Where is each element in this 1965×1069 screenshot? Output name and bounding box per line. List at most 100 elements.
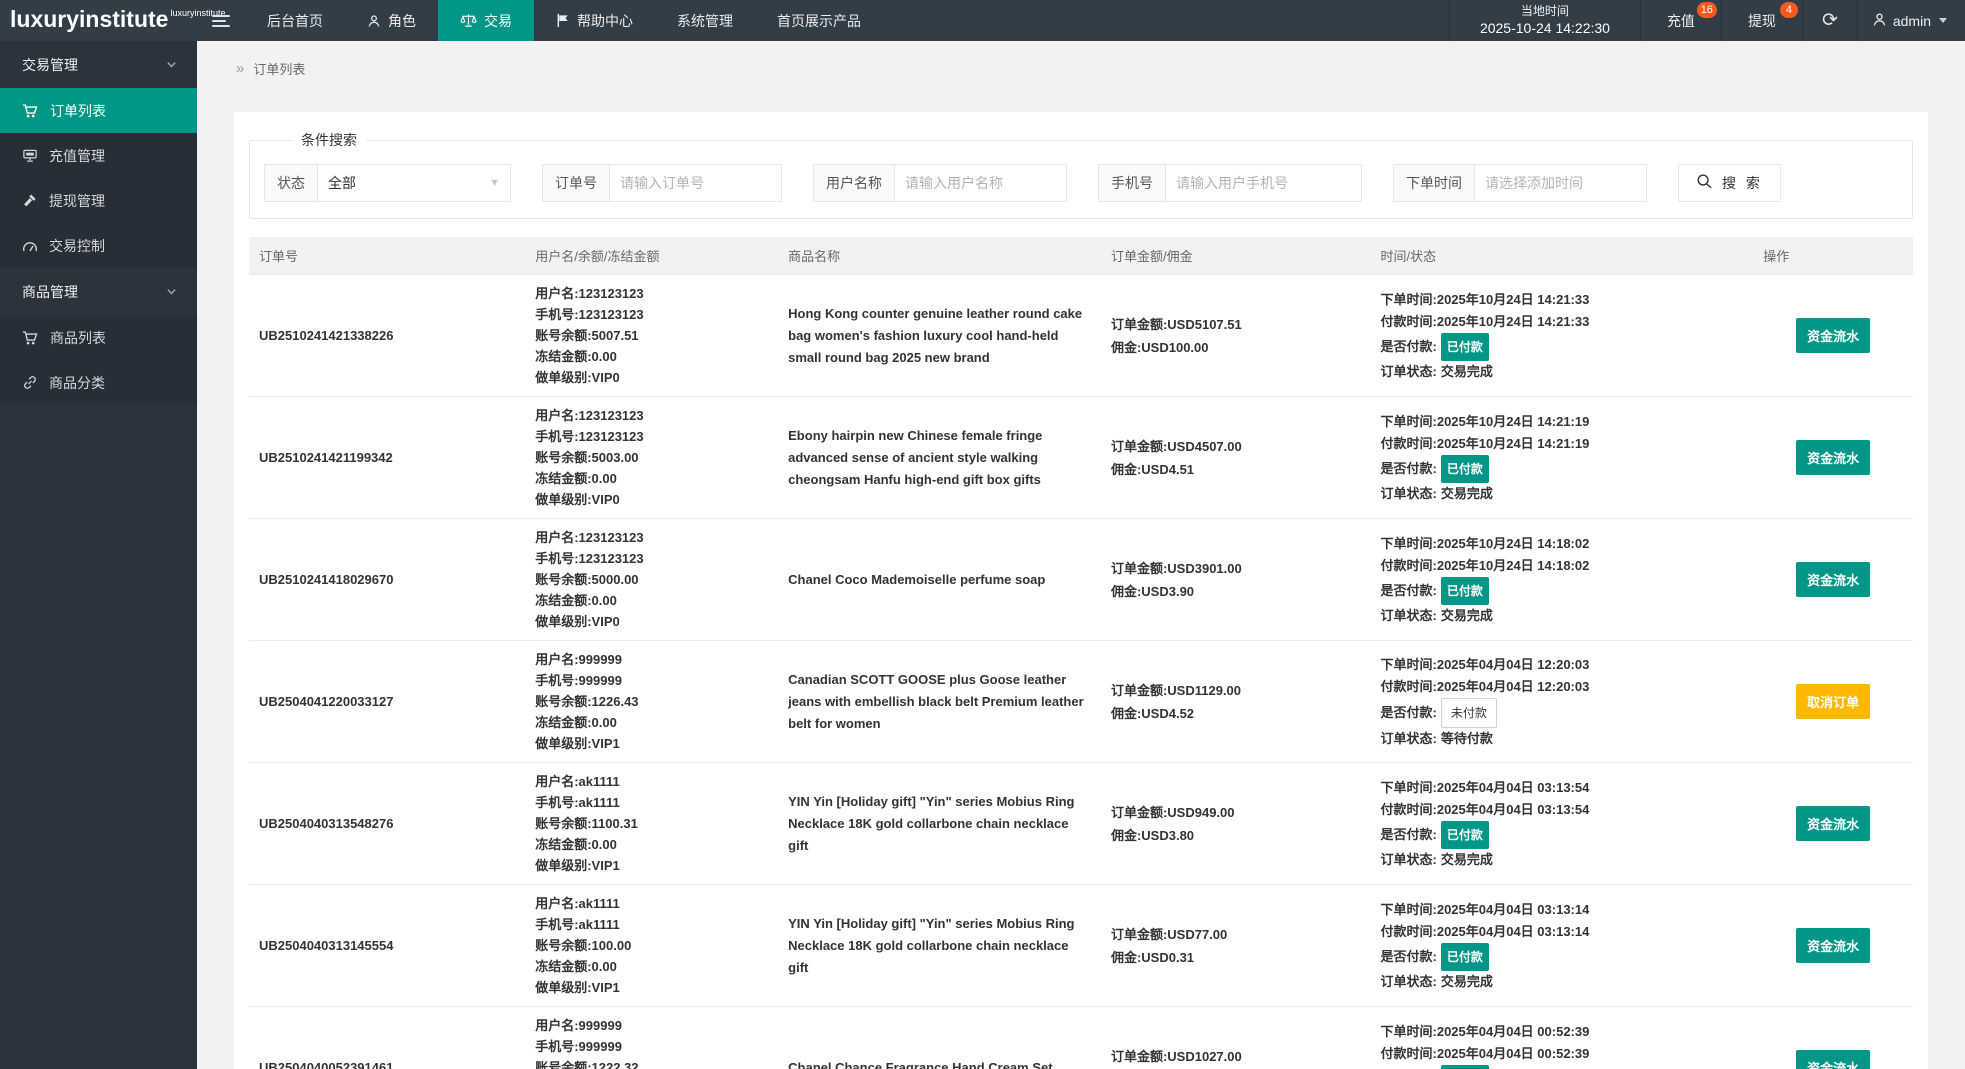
order-amount: 订单金额:USD5107.51 xyxy=(1110,316,1242,332)
hamburger-icon xyxy=(212,12,230,30)
status-select[interactable]: 全部 ▼ xyxy=(318,164,511,202)
time-line: 付款时间:2025年04月04日 00:52:39 xyxy=(1380,1045,1590,1061)
sidebar-section-header[interactable]: 交易管理 xyxy=(0,41,197,88)
search-button[interactable]: 搜 索 xyxy=(1678,164,1781,202)
time-line: 付款时间:2025年10月24日 14:21:33 xyxy=(1380,313,1590,329)
amount-cell: 订单金额:USD4507.00 佣金:USD4.51 xyxy=(1100,396,1371,519)
pay-status-line: 是否付款: 未付款 xyxy=(1380,697,1744,728)
navbar-right: 当地时间 2025-10-24 14:22:30 充值 16 提现 4 ⟳ ad… xyxy=(1448,0,1965,41)
nav-item-link[interactable]: 帮助中心 xyxy=(534,0,655,41)
order-no: UB2504040313548276 xyxy=(259,816,394,831)
product-cell: Chanel Chance Fragrance Hand Cream Set xyxy=(778,1006,1101,1069)
search-button-label: 搜 索 xyxy=(1722,175,1763,191)
pay-status-label: 是否付款: xyxy=(1380,704,1437,720)
sidebar-item[interactable]: 提现管理 xyxy=(0,178,197,223)
product-name: Ebony hairpin new Chinese female fringe … xyxy=(788,427,1043,487)
user-info-cell: 用户名:999999 手机号:999999 账号余额:1226.43 冻结金额:0.0… xyxy=(525,640,779,763)
time-line: 付款时间:2025年10月24日 14:21:19 xyxy=(1380,435,1590,451)
sidebar-item[interactable]: 订单列表 xyxy=(0,88,197,133)
order-no-cell: UB2510241418029670 xyxy=(249,518,526,641)
user-info-line: 手机号:123123123 xyxy=(535,307,644,322)
nav-item-link[interactable]: 系统管理 xyxy=(655,0,755,41)
pay-status-label: 是否付款: xyxy=(1380,460,1437,476)
order-no-cell: UB2510241421199342 xyxy=(249,396,526,519)
column-header: 订单号 xyxy=(249,237,526,275)
gauge-icon xyxy=(22,239,38,253)
time-line: 下单时间:2025年10月24日 14:21:33 xyxy=(1380,291,1590,307)
sidebar-item[interactable]: 交易控制 xyxy=(0,223,197,268)
username-label: 用户名称 xyxy=(813,164,895,202)
order-amount: 订单金额:USD1027.00 xyxy=(1110,1048,1242,1064)
nav-items: 后台首页 角色 交易 帮助中心 系统管理 首页展示产品 xyxy=(245,0,883,41)
menu-toggle-button[interactable] xyxy=(197,0,245,41)
user-info-line: 账号余额:5000.00 xyxy=(535,572,639,587)
fund-flow-button[interactable]: 资金流水 xyxy=(1796,1050,1871,1069)
pay-status-badge: 已付款 xyxy=(1440,820,1489,849)
order-no: UB2510241421338226 xyxy=(259,328,394,343)
nav-item-link[interactable]: 首页展示产品 xyxy=(755,0,883,41)
order-status-value: 交易完成 xyxy=(1440,363,1493,379)
product-cell: Chanel Coco Mademoiselle perfume soap xyxy=(778,518,1101,641)
time-status-cell: 下单时间:2025年10月24日 14:18:02 付款时间:2025年10月24… xyxy=(1370,518,1754,641)
sidebar-item[interactable]: 充值管理 xyxy=(0,133,197,178)
order-time-label: 下单时间 xyxy=(1393,164,1475,202)
user-info-line: 账号余额:1100.31 xyxy=(535,816,638,831)
withdraw-count-badge: 4 xyxy=(1779,2,1798,18)
gavel-icon xyxy=(22,193,38,208)
order-time-input[interactable] xyxy=(1475,164,1647,202)
recharge-count-badge: 16 xyxy=(1696,2,1717,18)
user-info-line: 手机号:999999 xyxy=(535,673,622,688)
user-info-line: 用户名:ak1111 xyxy=(535,774,620,789)
fund-flow-button[interactable]: 资金流水 xyxy=(1796,806,1871,841)
order-status-value: 交易完成 xyxy=(1440,973,1493,989)
sidebar-item[interactable]: 商品分类 xyxy=(0,360,197,405)
user-menu[interactable]: admin xyxy=(1858,0,1965,41)
recharge-link[interactable]: 充值 16 xyxy=(1641,0,1722,41)
order-status-label: 订单状态: xyxy=(1380,730,1437,746)
username-input[interactable] xyxy=(895,164,1067,202)
table-row: UB2504040313145554 用户名:ak1111 手机号:ak1111 账号… xyxy=(249,884,1913,1007)
user-info-line: 账号余额:5007.51 xyxy=(535,328,639,343)
phone-input[interactable] xyxy=(1166,164,1362,202)
product-cell: Ebony hairpin new Chinese female fringe … xyxy=(778,396,1101,519)
board-icon xyxy=(22,148,38,163)
pay-status-line: 是否付款:已付款 xyxy=(1381,1064,1744,1069)
pay-status-label: 是否付款: xyxy=(1380,826,1437,842)
time-line: 下单时间:2025年04月04日 03:13:14 xyxy=(1380,901,1590,917)
refresh-button[interactable]: ⟳ xyxy=(1803,0,1858,41)
order-no: UB2504040052391461 xyxy=(259,1060,394,1069)
nav-item-active[interactable]: 交易 xyxy=(438,0,534,41)
user-info-cell: 用户名:ak1111 手机号:ak1111 账号余额:1100.31 冻结金额:0.0… xyxy=(525,762,779,885)
fund-flow-button[interactable]: 资金流水 xyxy=(1796,318,1871,353)
pay-status-badge: 已付款 xyxy=(1440,942,1489,971)
commission-amount: 佣金:USD3.90 xyxy=(1110,583,1195,599)
nav-item-link[interactable]: 后台首页 xyxy=(245,0,345,41)
order-status-label: 订单状态: xyxy=(1380,851,1437,867)
order-time-group: 下单时间 xyxy=(1393,164,1647,202)
scales-icon xyxy=(460,13,477,28)
order-status-value: 交易完成 xyxy=(1440,607,1493,623)
fund-flow-button[interactable]: 资金流水 xyxy=(1796,440,1871,475)
withdraw-link[interactable]: 提现 4 xyxy=(1722,0,1803,41)
table-row: UB2504041220033127 用户名:999999 手机号:999999 账号… xyxy=(249,640,1913,763)
fund-flow-button[interactable]: 资金流水 xyxy=(1796,928,1871,963)
link-icon xyxy=(22,375,38,390)
cancel-order-button[interactable]: 取消订单 xyxy=(1796,684,1871,719)
nav-item-link[interactable]: 角色 xyxy=(345,0,438,41)
user-info-line: 做单级别:VIP0 xyxy=(535,492,620,507)
user-name: admin xyxy=(1892,12,1931,29)
refresh-icon: ⟳ xyxy=(1821,10,1838,31)
order-status-value: 等待付款 xyxy=(1440,730,1493,746)
sidebar-section-header[interactable]: 商品管理 xyxy=(0,268,197,315)
fund-flow-button[interactable]: 资金流水 xyxy=(1796,562,1871,597)
user-info-cell: 用户名:ak1111 手机号:ak1111 账号余额:100.00 冻结金额:0.00… xyxy=(525,884,779,1007)
table-row: UB2504040313548276 用户名:ak1111 手机号:ak1111 账号… xyxy=(249,762,1913,885)
status-label: 状态 xyxy=(264,164,318,202)
time-line: 下单时间:2025年04月04日 03:13:54 xyxy=(1380,779,1590,795)
sidebar-item[interactable]: 商品列表 xyxy=(0,315,197,360)
product-cell: YIN Yin [Holiday gift] "Yin" series Mobi… xyxy=(778,762,1101,885)
pay-status-badge: 未付款 xyxy=(1440,697,1497,728)
table-row: UB2510241421338226 用户名:123123123 手机号:12312… xyxy=(249,274,1913,397)
order-no-input[interactable] xyxy=(610,164,782,202)
nav-item-label: 帮助中心 xyxy=(577,12,633,29)
